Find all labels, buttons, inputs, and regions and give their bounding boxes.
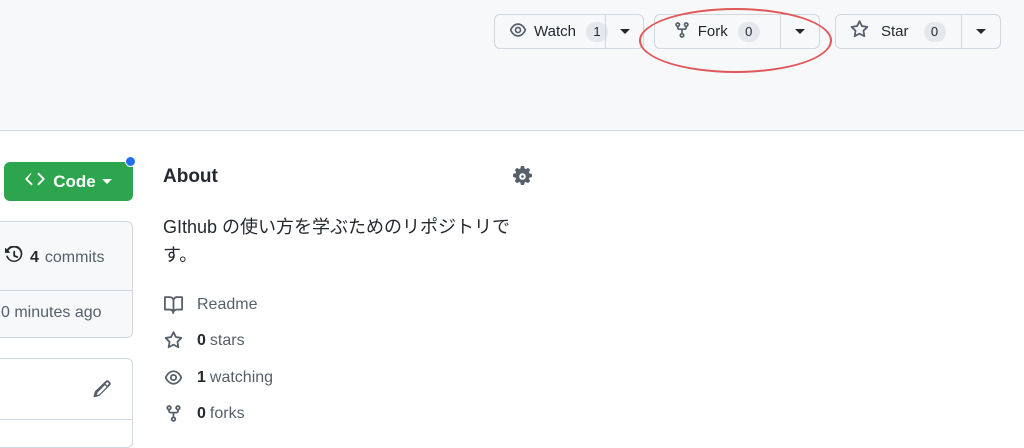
eye-icon — [163, 368, 183, 387]
stars-label: stars — [209, 331, 245, 349]
readme-box — [0, 358, 133, 448]
caret-down-icon — [619, 29, 630, 34]
repo-forked-icon — [163, 404, 183, 423]
stars-count: 0 — [197, 331, 206, 349]
book-icon — [163, 295, 183, 314]
divider — [0, 419, 132, 420]
watch-label: Watch — [534, 23, 576, 40]
readme-link[interactable]: Readme — [163, 295, 257, 314]
forks-link[interactable]: 0 forks — [163, 404, 245, 423]
last-commit-time: 0 minutes ago — [1, 304, 102, 321]
about-description: GIthub の使い方を学ぶためのリポジトリです。 — [163, 217, 511, 265]
latest-commit-box: 4 commits 0 minutes ago — [0, 221, 133, 338]
commits-label: commits — [44, 249, 105, 266]
divider — [0, 290, 132, 291]
code-button[interactable]: Code — [4, 162, 133, 201]
readme-label: Readme — [197, 295, 258, 313]
code-label: Code — [53, 171, 96, 191]
watch-dropdown-button[interactable] — [605, 15, 643, 48]
watch-button-group: Watch 1 — [494, 14, 644, 49]
forks-count: 0 — [197, 404, 206, 422]
stars-link[interactable]: 0 stars — [163, 331, 245, 350]
star-dropdown-button[interactable] — [960, 15, 1000, 48]
history-icon — [4, 245, 24, 270]
fork-button-group: Fork 0 — [654, 14, 820, 49]
fork-button[interactable]: Fork 0 — [655, 15, 780, 48]
commits-count: 4 — [30, 249, 39, 266]
star-icon — [850, 20, 869, 43]
star-label: Star — [881, 23, 909, 40]
caret-down-icon — [975, 29, 986, 34]
caret-down-icon — [794, 29, 805, 34]
watching-link[interactable]: 1 watching — [163, 368, 273, 387]
repo-header: Watch 1 Fork 0 Star 0 — [0, 0, 1024, 131]
commits-link[interactable]: 4 commits — [4, 245, 105, 270]
caret-down-icon — [101, 179, 112, 184]
fork-dropdown-button[interactable] — [779, 15, 819, 48]
star-icon — [163, 331, 183, 350]
eye-icon — [509, 21, 527, 43]
watching-count: 1 — [197, 368, 206, 386]
watch-button[interactable]: Watch 1 — [495, 15, 608, 48]
watching-label: watching — [209, 368, 274, 386]
notification-dot — [125, 156, 136, 167]
gear-icon[interactable] — [512, 166, 533, 192]
code-icon — [25, 169, 45, 194]
fork-counter: 0 — [737, 21, 760, 42]
fork-label: Fork — [697, 23, 728, 40]
pencil-icon[interactable] — [92, 379, 112, 404]
forks-label: forks — [209, 404, 245, 422]
star-button[interactable]: Star 0 — [836, 15, 961, 48]
star-counter: 0 — [923, 21, 946, 42]
star-button-group: Star 0 — [835, 14, 1001, 49]
repo-forked-icon — [673, 21, 691, 43]
about-title: About — [163, 166, 218, 187]
